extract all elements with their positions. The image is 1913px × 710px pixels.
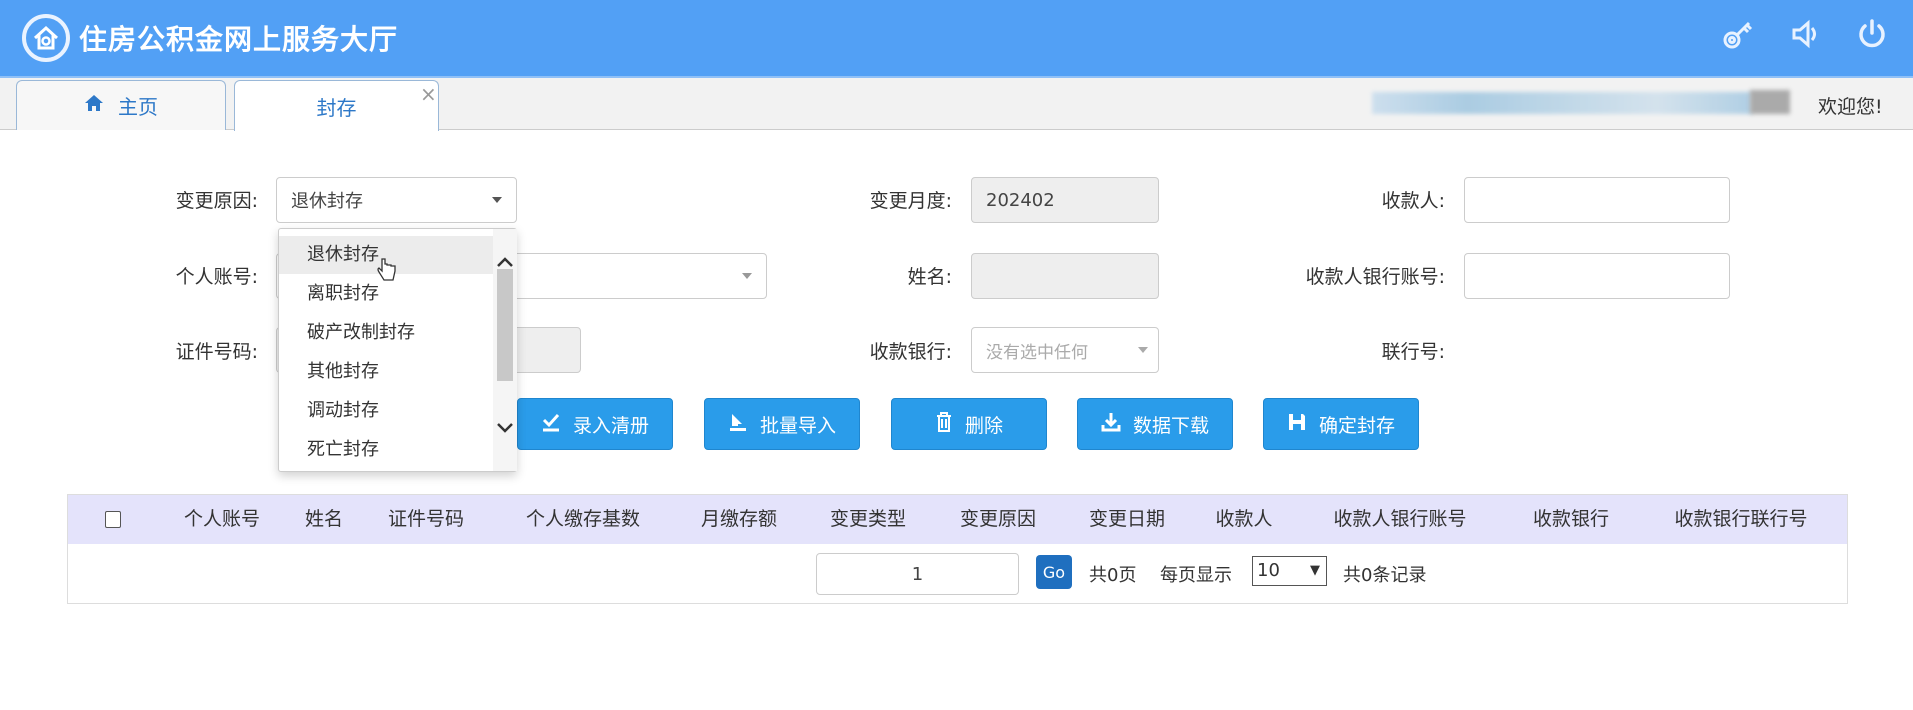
hand-cursor-icon xyxy=(375,257,397,288)
personal-account-label: 个人账号: xyxy=(175,266,258,288)
button-label: 录入清册 xyxy=(572,414,649,437)
scrollbar-thumb[interactable] xyxy=(497,269,513,381)
change-month-label: 变更月度: xyxy=(869,190,952,212)
button-label: 确定封存 xyxy=(1318,414,1395,437)
chevron-down-icon[interactable] xyxy=(496,417,514,439)
save-icon xyxy=(1287,412,1307,437)
payee-bank-label: 收款银行: xyxy=(869,341,952,363)
tab-label: 封存 xyxy=(316,95,357,120)
per-page-label: 每页显示 xyxy=(1160,565,1232,586)
id-number-label: 证件号码: xyxy=(175,341,258,363)
button-label: 删除 xyxy=(964,414,1003,437)
app-title: 住房公积金网上服务大厅 xyxy=(79,23,399,56)
delete-button[interactable]: 删除 xyxy=(891,398,1047,450)
enter-list-button[interactable]: 录入清册 xyxy=(517,398,673,450)
page-number-input[interactable]: 1 xyxy=(816,553,1019,595)
app-header: 住房公积金网上服务大厅 xyxy=(0,0,1913,76)
user-info-blurred xyxy=(1372,92,1752,114)
select-all-checkbox[interactable] xyxy=(105,511,121,528)
confirm-seal-button[interactable]: 确定封存 xyxy=(1263,398,1419,450)
payee-field[interactable] xyxy=(1464,177,1730,223)
chevron-down-icon xyxy=(492,197,502,203)
change-month-value: 202402 xyxy=(986,189,1055,211)
name-label: 姓名: xyxy=(907,266,952,288)
column-header[interactable]: 收款人 xyxy=(1215,495,1272,544)
column-header[interactable]: 变更类型 xyxy=(830,495,906,544)
go-button[interactable]: Go xyxy=(1036,555,1072,589)
column-header[interactable]: 变更日期 xyxy=(1089,495,1165,544)
trash-icon xyxy=(935,411,953,437)
column-header[interactable]: 姓名 xyxy=(305,495,343,544)
dropdown-option[interactable]: 调动封存 xyxy=(279,392,493,430)
import-icon xyxy=(728,412,748,437)
home-icon xyxy=(84,93,104,118)
change-month-field[interactable]: 202402 xyxy=(971,177,1159,223)
data-download-button[interactable]: 数据下载 xyxy=(1077,398,1233,450)
column-header[interactable]: 个人缴存基数 xyxy=(526,495,640,544)
total-pages: 共0页 xyxy=(1089,565,1137,586)
payee-bank-account-field[interactable] xyxy=(1464,253,1730,299)
tab-seal[interactable]: 封存 xyxy=(234,80,439,131)
speaker-icon[interactable] xyxy=(1786,14,1826,54)
button-label: 数据下载 xyxy=(1132,414,1209,437)
change-reason-value: 退休封存 xyxy=(291,191,363,212)
column-header[interactable]: 变更原因 xyxy=(960,495,1036,544)
payee-bank-account-label: 收款人银行账号: xyxy=(1305,266,1445,288)
chevron-down-icon xyxy=(1138,347,1148,353)
bank-code-label: 联行号: xyxy=(1381,341,1445,363)
column-header[interactable]: 收款银行 xyxy=(1533,495,1609,544)
column-header[interactable]: 个人账号 xyxy=(184,495,260,544)
tab-home[interactable]: 主页 xyxy=(16,80,226,130)
download-icon xyxy=(1101,412,1121,437)
per-page-value: 10 xyxy=(1257,560,1280,581)
dropdown-option[interactable]: 破产改制封存 xyxy=(279,314,493,352)
dropdown-scrollbar[interactable] xyxy=(493,229,517,471)
dropdown-option[interactable]: 死亡封存 xyxy=(279,431,493,469)
tab-label: 主页 xyxy=(118,95,158,119)
button-label: 批量导入 xyxy=(759,414,836,437)
column-header[interactable]: 证件号码 xyxy=(388,495,464,544)
column-header[interactable]: 月缴存额 xyxy=(701,495,777,544)
change-reason-dropdown: 退休封存 离职封存 破产改制封存 其他封存 调动封存 死亡封存 xyxy=(278,228,517,472)
change-reason-label: 变更原因: xyxy=(175,190,258,212)
change-reason-select[interactable]: 退休封存 xyxy=(276,177,517,223)
payee-bank-placeholder: 没有选中任何 xyxy=(986,342,1088,363)
logo-icon xyxy=(22,14,70,62)
welcome-text: 欢迎您! xyxy=(1818,96,1883,118)
payee-bank-select[interactable]: 没有选中任何 xyxy=(971,327,1159,373)
chevron-down-icon: ▼ xyxy=(1310,563,1320,578)
key-icon[interactable] xyxy=(1718,14,1758,54)
total-records: 共0条记录 xyxy=(1343,565,1427,586)
per-page-select[interactable]: 10 ▼ xyxy=(1252,556,1327,586)
chevron-down-icon xyxy=(742,273,752,279)
user-name-blurred xyxy=(1750,90,1790,114)
column-header[interactable]: 收款人银行账号 xyxy=(1333,495,1466,544)
table-header: 个人账号 姓名 证件号码 个人缴存基数 月缴存额 变更类型 变更原因 变更日期 … xyxy=(68,495,1847,544)
name-field[interactable] xyxy=(971,253,1159,299)
payee-label: 收款人: xyxy=(1381,190,1445,212)
check-icon xyxy=(541,412,561,437)
page-number-value: 1 xyxy=(911,563,924,585)
batch-import-button[interactable]: 批量导入 xyxy=(704,398,860,450)
column-header[interactable]: 收款银行联行号 xyxy=(1674,495,1807,544)
dropdown-option[interactable]: 其他封存 xyxy=(279,353,493,391)
tab-close-icon[interactable]: × xyxy=(420,82,437,106)
power-icon[interactable] xyxy=(1852,14,1892,54)
